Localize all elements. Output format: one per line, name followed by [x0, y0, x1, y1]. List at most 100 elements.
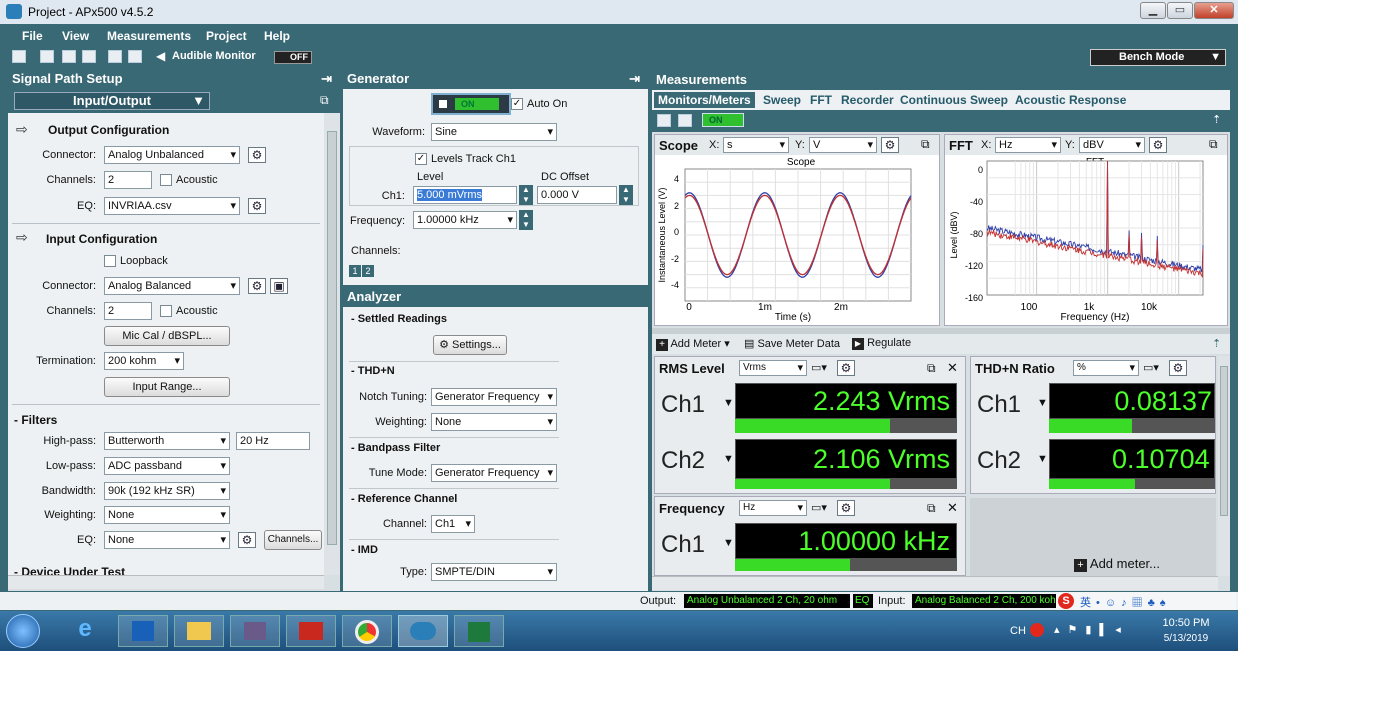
tab-monitors-meters[interactable]: Monitors/Meters [654, 92, 755, 108]
output-acoustic-checkbox[interactable] [160, 174, 172, 186]
frequency-unit-select[interactable]: Hz [739, 500, 807, 516]
monitor-on-toggle[interactable]: ON [702, 113, 744, 127]
close-icon[interactable]: ✕ [947, 360, 958, 376]
tab-fft[interactable]: FFT [810, 93, 832, 107]
input-output-select[interactable]: Input/Output ▼ [14, 92, 210, 110]
gear-icon[interactable]: ⚙ [248, 278, 266, 294]
popout-icon[interactable]: ⧉ [320, 93, 329, 108]
dc-offset-spinner[interactable]: ▲ ▼ [619, 185, 633, 205]
language-indicator[interactable]: CH [1010, 625, 1026, 637]
ie-icon[interactable]: e [60, 615, 110, 647]
frequency-field[interactable]: 1.00000 kHz [413, 211, 517, 229]
gear-icon[interactable]: ⚙ [1169, 360, 1187, 376]
popout-icon[interactable]: ⧉ [1209, 137, 1218, 152]
calibration-icon[interactable]: ▣ [270, 278, 288, 294]
scope-y-unit-select[interactable]: V [809, 137, 877, 153]
lowpass-select[interactable]: ADC passband [104, 457, 230, 475]
chevron-down-icon[interactable]: ▼ [723, 397, 734, 409]
popout-icon[interactable]: ⧉ [927, 501, 936, 516]
chevron-down-icon[interactable]: ▼ [1037, 397, 1048, 409]
termination-select[interactable]: 200 kohm [104, 352, 184, 370]
gear-icon[interactable]: ⚙ [837, 360, 855, 376]
popout-icon[interactable]: ⧉ [921, 137, 930, 152]
horizontal-scrollbar[interactable] [8, 575, 324, 589]
clock-date[interactable]: 5/13/2019 [1156, 633, 1216, 644]
popout-icon[interactable]: ⧉ [927, 361, 936, 376]
gear-icon[interactable]: ⚙ [238, 532, 256, 548]
meters-horizontal-scrollbar[interactable] [652, 576, 1218, 590]
input-status-value[interactable]: Analog Balanced 2 Ch, 200 kohm [912, 594, 1056, 608]
maximize-button[interactable]: ▭ [1167, 2, 1193, 19]
fft-y-unit-select[interactable]: dBV [1079, 137, 1145, 153]
tab-acoustic-response[interactable]: Acoustic Response [1015, 93, 1126, 107]
save-icon[interactable] [62, 50, 76, 63]
frequency-spinner[interactable]: ▲ ▼ [519, 210, 533, 230]
tray-icons[interactable]: ▴⚑▮▌◂ [1054, 623, 1129, 636]
level-field[interactable]: 5.000 mVrms [413, 186, 517, 204]
chart-type-icon[interactable]: ▭▾ [811, 501, 827, 514]
level-spinner[interactable]: ▲ ▼ [519, 185, 533, 205]
levels-track-checkbox[interactable]: ✓ [415, 153, 427, 165]
notch-tuning-select[interactable]: Generator Frequency [431, 388, 557, 406]
close-button[interactable]: ✕ [1194, 2, 1234, 19]
output-status-value[interactable]: Analog Unbalanced 2 Ch, 20 ohm [684, 594, 850, 608]
channel-2-toggle[interactable]: 2 [362, 265, 374, 277]
add-meter-dropdown[interactable]: + Add Meter ▾ [656, 337, 730, 351]
start-button[interactable] [6, 614, 40, 648]
apx-icon[interactable] [398, 615, 448, 647]
chrome-icon[interactable] [342, 615, 392, 647]
loopback-checkbox[interactable] [104, 255, 116, 267]
weighting-select[interactable]: None [104, 506, 230, 524]
meter-icon[interactable] [128, 50, 142, 63]
audible-monitor-toggle[interactable]: OFF [274, 51, 312, 64]
sequence-icon[interactable] [657, 114, 671, 127]
analyzer-weighting-select[interactable]: None [431, 413, 557, 431]
gear-icon[interactable]: ⚙ [881, 137, 899, 153]
gear-icon[interactable]: ⚙ [837, 500, 855, 516]
save-meter-data-button[interactable]: ▤ Save Meter Data [744, 337, 840, 350]
vertical-scrollbar[interactable] [324, 113, 340, 575]
bandpass-filter-title[interactable]: - Bandpass Filter [351, 442, 440, 454]
outlook-icon[interactable] [118, 615, 168, 647]
scroll-thumb[interactable] [327, 131, 337, 545]
add-meter-area[interactable]: + Add meter... [970, 498, 1216, 576]
auto-on-checkbox[interactable]: ✓ [511, 98, 523, 110]
gear-icon[interactable]: ⚙ [1149, 137, 1167, 153]
input-connector-select[interactable]: Analog Balanced [104, 277, 240, 295]
input-acoustic-checkbox[interactable] [160, 305, 172, 317]
chart-type-icon[interactable]: ▭▾ [1143, 361, 1159, 374]
thdn-title[interactable]: - THD+N [351, 365, 395, 377]
settings-button[interactable]: ⚙ Settings... [433, 335, 507, 355]
pin-icon[interactable]: ⇥ [629, 69, 640, 89]
settled-readings-title[interactable]: - Settled Readings [351, 313, 447, 325]
reference-channel-select[interactable]: Ch1 [431, 515, 475, 533]
minimize-button[interactable]: ▁ [1140, 2, 1166, 19]
lt-app-icon[interactable] [286, 615, 336, 647]
clock-time[interactable]: 10:50 PM [1156, 617, 1216, 629]
chevron-down-icon[interactable]: ▼ [723, 453, 734, 465]
excel-icon[interactable] [454, 615, 504, 647]
menu-help[interactable]: Help [264, 29, 290, 43]
fft-x-unit-select[interactable]: Hz [995, 137, 1061, 153]
chevron-down-icon[interactable]: ▼ [723, 537, 734, 549]
bench-mode-select[interactable]: Bench Mode ▼ [1090, 49, 1226, 66]
ime-tools-icon[interactable]: 英•☺♪▦♣♠ [1080, 594, 1171, 610]
menu-file[interactable]: File [22, 29, 43, 43]
gear-icon[interactable]: ⚙ [248, 198, 266, 214]
tab-recorder[interactable]: Recorder [841, 93, 894, 107]
book-icon[interactable] [230, 615, 280, 647]
gear-icon[interactable]: ⚙ [248, 147, 266, 163]
pin-icon[interactable]: ⇥ [321, 69, 332, 89]
output-channels-stepper[interactable]: 2 [104, 171, 152, 189]
pin-icon[interactable]: ⇡ [1212, 337, 1221, 350]
imd-type-select[interactable]: SMPTE/DIN [431, 563, 557, 581]
imd-title[interactable]: - IMD [351, 544, 378, 556]
rms-unit-select[interactable]: Vrms [739, 360, 807, 376]
input-channels-stepper[interactable]: 2 [104, 302, 152, 320]
bandwidth-select[interactable]: 90k (192 kHz SR) [104, 482, 230, 500]
chart-type-icon[interactable]: ▭▾ [811, 361, 827, 374]
collapse-icon[interactable]: ⇡ [1212, 113, 1221, 126]
waveform-select[interactable]: Sine [431, 123, 557, 141]
eq-status[interactable]: EQ [853, 594, 873, 608]
chevron-down-icon[interactable]: ▼ [1037, 453, 1048, 465]
